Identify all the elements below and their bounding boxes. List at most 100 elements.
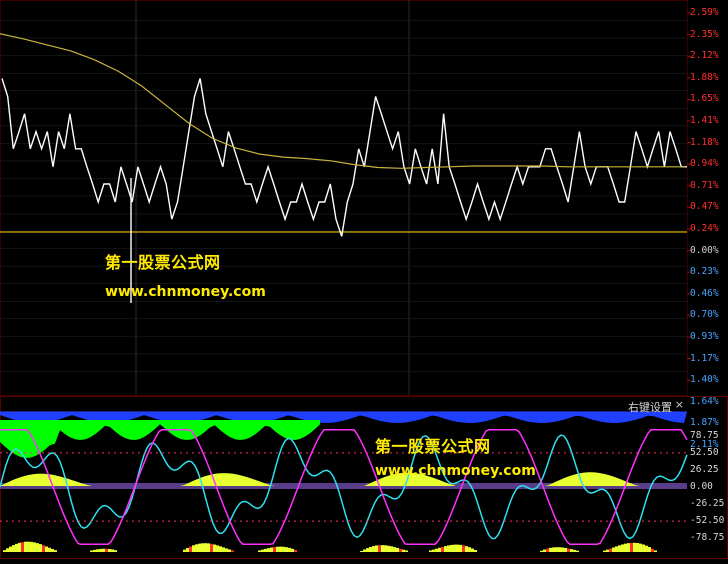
bottom-bar	[612, 547, 615, 552]
main-y-tick-label: 0.46%	[690, 287, 719, 299]
main-y-tick-label: 0.71%	[690, 179, 719, 191]
main-y-tick-label: 0.23%	[690, 266, 719, 278]
bottom-bar	[105, 548, 108, 552]
bottom-bar	[282, 546, 285, 552]
bottom-bar	[195, 544, 198, 552]
main-y-tick-label: 2.12%	[690, 50, 719, 62]
bottom-bar	[45, 546, 48, 552]
main-y-tick-label: 1.65%	[690, 93, 719, 105]
bottom-bar	[450, 544, 453, 552]
bottom-bar	[384, 545, 387, 552]
bottom-bar	[228, 549, 231, 552]
bottom-bar	[3, 550, 6, 552]
bottom-bar	[474, 550, 477, 552]
bottom-bar	[96, 549, 99, 552]
bottom-bar	[462, 545, 465, 552]
bottom-bar	[630, 542, 633, 552]
price-line	[1, 78, 687, 237]
bottom-bar	[441, 546, 444, 552]
bottom-bar	[375, 545, 378, 552]
bottom-bar	[213, 544, 216, 552]
main-y-tick-label: 2.59%	[690, 7, 719, 18]
bottom-bar	[24, 541, 27, 552]
bottom-bar	[543, 549, 546, 552]
bottom-bar	[444, 546, 447, 552]
bottom-bar	[285, 547, 288, 552]
bottom-bar	[270, 547, 273, 552]
main-price-panel	[0, 0, 691, 446]
indicator-y-tick-label: -26.25	[690, 498, 725, 510]
bottom-bar	[558, 547, 561, 552]
bottom-bar	[540, 550, 543, 552]
bottom-bar	[570, 549, 573, 552]
bottom-bar	[21, 542, 24, 552]
bottom-bar	[108, 548, 111, 552]
indicator-y-tick-label: 78.75	[690, 429, 719, 441]
main-y-tick-label: 0.24%	[690, 223, 719, 234]
main-y-tick-label: 2.35%	[690, 28, 719, 40]
bottom-bar	[633, 542, 636, 552]
bottom-bar	[258, 550, 261, 552]
bottom-bar	[264, 548, 267, 552]
bottom-bar	[201, 543, 204, 552]
bottom-bar	[276, 546, 279, 552]
watermark-url-main: www.chnmoney.com	[105, 284, 266, 300]
bottom-bar	[390, 546, 393, 552]
bottom-bar	[114, 550, 117, 552]
bottom-bar	[399, 548, 402, 552]
bottom-bar	[369, 546, 372, 552]
bottom-bar	[387, 545, 390, 552]
bottom-bar	[15, 543, 18, 552]
bottom-bar	[567, 548, 570, 552]
bottom-bar	[288, 547, 291, 552]
bottom-bar	[618, 545, 621, 552]
bottom-bar	[645, 545, 648, 552]
bottom-bar	[93, 549, 96, 552]
bottom-bar	[435, 548, 438, 552]
bottom-bar	[42, 545, 45, 552]
bottom-bar	[378, 545, 381, 552]
bottom-bar	[561, 547, 564, 552]
main-y-tick-label: 1.64%	[690, 395, 719, 407]
bottom-bar	[90, 550, 93, 552]
indicator-settings-label[interactable]: 右键设置	[628, 399, 672, 415]
main-y-tick-label: 0.93%	[690, 331, 719, 342]
bottom-bar	[651, 548, 654, 552]
bottom-bar	[564, 547, 567, 552]
bottom-bar	[273, 547, 276, 552]
bottom-bar	[9, 546, 12, 552]
bottom-bar	[447, 545, 450, 552]
bottom-bar	[102, 548, 105, 552]
bottom-bar	[546, 548, 549, 552]
bottom-bar	[192, 545, 195, 552]
bottom-bar	[207, 543, 210, 552]
bottom-bar	[111, 549, 114, 552]
bottom-bar	[12, 545, 15, 552]
close-icon[interactable]: ×	[675, 398, 684, 411]
bottom-bar	[231, 550, 234, 552]
bottom-bar	[432, 549, 435, 552]
main-y-tick-label: 1.41%	[690, 115, 719, 126]
bottom-bar	[54, 550, 57, 552]
bottom-bar	[465, 546, 468, 552]
bottom-bar	[189, 546, 192, 552]
watermark-cn-main: 第一股票公式网	[105, 253, 221, 272]
bottom-bar	[222, 547, 225, 552]
main-y-tick-label: 1.18%	[690, 136, 719, 148]
chart-canvas[interactable]	[0, 0, 728, 560]
main-y-tick-label: 1.40%	[690, 374, 719, 386]
bottom-bar	[381, 545, 384, 552]
bottom-bar	[453, 544, 456, 552]
bottom-bar	[219, 546, 222, 552]
indicator-y-tick-label: 0.00	[690, 481, 713, 492]
indicator-y-tick-label: -78.75	[690, 532, 725, 544]
bottom-bar	[210, 543, 213, 552]
bottom-bar	[183, 549, 186, 552]
watermark-cn-indicator: 第一股票公式网	[375, 437, 491, 456]
bottom-bar	[291, 548, 294, 552]
main-y-tick-label: 0.00%	[690, 244, 719, 256]
bottom-bar	[372, 546, 375, 552]
bottom-bar	[621, 544, 624, 552]
bottom-bar	[603, 550, 606, 552]
bottom-bar	[573, 549, 576, 552]
